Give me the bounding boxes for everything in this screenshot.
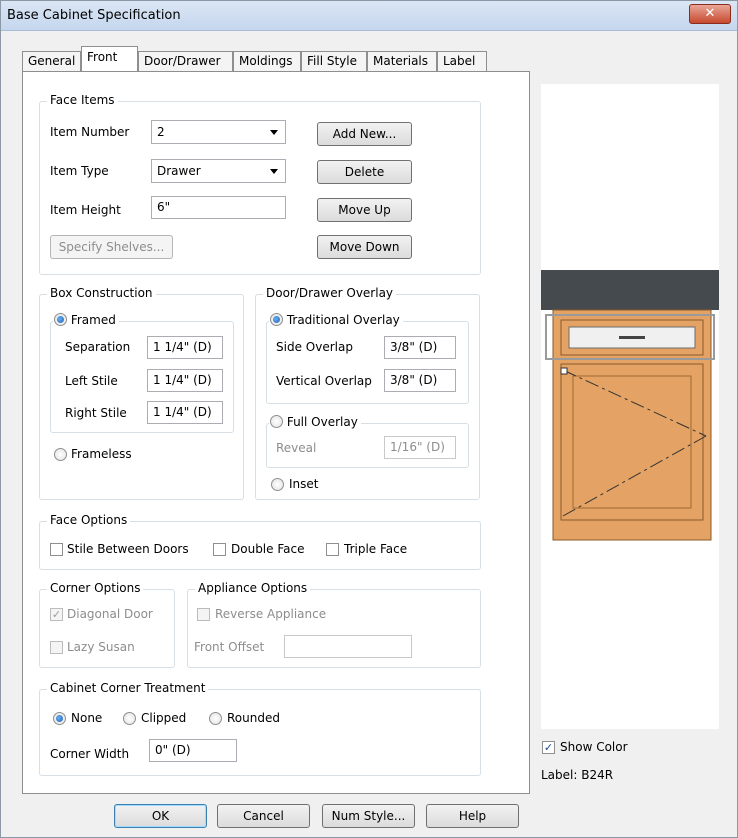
left-stile-input[interactable]: 1 1/4" (D)	[147, 369, 223, 392]
window-title: Base Cabinet Specification	[7, 8, 181, 23]
drawer-handle	[619, 336, 645, 339]
item-height-input[interactable]: 6"	[151, 196, 286, 219]
lazy-susan-checkbox[interactable]	[50, 641, 63, 654]
tab-moldings[interactable]: Moldings	[233, 51, 301, 71]
tab-general[interactable]: General	[22, 51, 81, 71]
diagonal-door-label: Diagonal Door	[67, 607, 153, 621]
corner-none-label: None	[71, 711, 103, 725]
reverse-appliance-label: Reverse Appliance	[215, 607, 327, 621]
appliance-options-label: Appliance Options	[195, 581, 311, 595]
triple-face-label: Triple Face	[344, 542, 408, 556]
corner-width-input[interactable]: 0" (D)	[149, 739, 237, 762]
door-panel	[572, 375, 692, 509]
door-handle-marker	[560, 367, 568, 375]
traditional-option: Traditional Overlay	[269, 313, 403, 327]
corner-options-group: Corner Options	[39, 581, 175, 668]
lazy-susan-label: Lazy Susan	[67, 640, 135, 654]
item-number-value: 2	[157, 125, 165, 139]
traditional-overlay-label: Traditional Overlay	[286, 313, 400, 327]
framed-radio[interactable]	[54, 313, 67, 326]
show-color-label: Show Color	[560, 740, 628, 754]
full-overlay-radio[interactable]	[270, 415, 283, 428]
specify-shelves-button[interactable]: Specify Shelves...	[50, 235, 173, 259]
cabinet-label-text: Label: B24R	[541, 768, 614, 782]
num-style-button[interactable]: Num Style...	[322, 804, 415, 828]
delete-button[interactable]: Delete	[317, 160, 412, 184]
tab-label[interactable]: Label	[437, 51, 487, 71]
chevron-down-icon	[270, 169, 278, 174]
corner-width-label: Corner Width	[50, 747, 130, 761]
face-options-label: Face Options	[47, 513, 131, 527]
move-up-button[interactable]: Move Up	[317, 198, 412, 222]
vertical-overlap-input[interactable]: 3/8" (D)	[384, 369, 456, 392]
full-overlay-option: Full Overlay	[269, 415, 361, 429]
title-bar[interactable]: Base Cabinet Specification ✕	[1, 1, 737, 31]
cabinet-drawing	[541, 270, 719, 541]
close-button[interactable]: ✕	[689, 4, 731, 24]
front-offset-input[interactable]	[284, 635, 412, 658]
tab-fill-style[interactable]: Fill Style	[301, 51, 367, 71]
front-offset-label: Front Offset	[194, 640, 265, 654]
right-stile-input[interactable]: 1 1/4" (D)	[147, 401, 223, 424]
overlay-label: Door/Drawer Overlay	[263, 286, 397, 300]
framed-label: Framed	[70, 313, 116, 327]
check-icon: ✓	[543, 741, 554, 754]
close-icon: ✕	[704, 6, 716, 21]
triple-face-checkbox[interactable]	[326, 543, 339, 556]
inset-label: Inset	[289, 477, 319, 491]
countertop	[541, 270, 719, 310]
reverse-appliance-checkbox[interactable]	[197, 608, 210, 621]
show-color-checkbox[interactable]: ✓	[542, 741, 555, 754]
cancel-button[interactable]: Cancel	[217, 804, 310, 828]
corner-rounded-radio[interactable]	[209, 712, 222, 725]
reveal-input[interactable]: 1/16" (D)	[384, 436, 456, 459]
framed-option: Framed	[53, 313, 119, 327]
left-stile-label: Left Stile	[65, 374, 118, 388]
move-down-button[interactable]: Move Down	[317, 235, 412, 259]
cabinet-preview	[541, 84, 719, 729]
corner-none-radio[interactable]	[53, 712, 66, 725]
traditional-overlay-radio[interactable]	[270, 313, 283, 326]
help-button[interactable]: Help	[426, 804, 519, 828]
double-face-label: Double Face	[231, 542, 305, 556]
corner-clipped-label: Clipped	[141, 711, 187, 725]
full-overlay-label: Full Overlay	[286, 415, 358, 429]
check-icon: ✓	[51, 608, 62, 621]
chevron-down-icon	[270, 130, 278, 135]
item-type-value: Drawer	[157, 164, 201, 178]
frameless-radio[interactable]	[54, 448, 67, 461]
add-new-button[interactable]: Add New...	[317, 122, 412, 146]
vertical-overlap-label: Vertical Overlap	[276, 374, 372, 388]
tab-door-drawer[interactable]: Door/Drawer	[138, 51, 233, 71]
corner-treatment-label: Cabinet Corner Treatment	[47, 681, 209, 695]
corner-treatment-group: Cabinet Corner Treatment	[39, 681, 481, 776]
stile-between-doors-label: Stile Between Doors	[67, 542, 189, 556]
side-overlap-label: Side Overlap	[276, 340, 353, 354]
separation-label: Separation	[65, 340, 131, 354]
item-type-label: Item Type	[50, 164, 109, 178]
box-construction-label: Box Construction	[47, 286, 156, 300]
item-type-dropdown[interactable]: Drawer	[151, 159, 286, 183]
item-number-label: Item Number	[50, 125, 130, 139]
tab-front[interactable]: Front	[81, 46, 138, 71]
face-items-label: Face Items	[47, 93, 118, 107]
item-number-dropdown[interactable]: 2	[151, 120, 286, 144]
ok-button[interactable]: OK	[114, 804, 207, 828]
right-stile-label: Right Stile	[65, 406, 127, 420]
stile-between-doors-checkbox[interactable]	[50, 543, 63, 556]
separation-input[interactable]: 1 1/4" (D)	[147, 336, 223, 359]
frameless-label: Frameless	[71, 447, 132, 461]
dialog-window: Base Cabinet Specification ✕ General Fro…	[0, 0, 738, 838]
double-face-checkbox[interactable]	[213, 543, 226, 556]
reveal-label: Reveal	[276, 441, 317, 455]
item-height-label: Item Height	[50, 203, 121, 217]
side-overlap-input[interactable]: 3/8" (D)	[384, 336, 456, 359]
inset-radio[interactable]	[271, 478, 284, 491]
diagonal-door-checkbox[interactable]: ✓	[50, 608, 63, 621]
corner-options-label: Corner Options	[47, 581, 144, 595]
corner-clipped-radio[interactable]	[123, 712, 136, 725]
corner-rounded-label: Rounded	[227, 711, 280, 725]
tab-materials[interactable]: Materials	[367, 51, 437, 71]
